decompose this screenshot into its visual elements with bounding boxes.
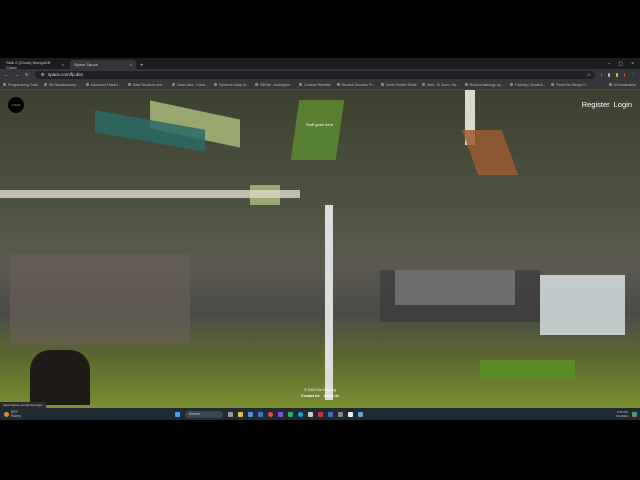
tab-label: Space Sauce <box>74 62 98 67</box>
tab-bar: Slab 2 (Cloud) MongoDB Cloud × Space Sauc… <box>0 58 640 70</box>
weather-widget[interactable]: 59°F Sunny <box>4 410 21 418</box>
extension-icon[interactable] <box>616 72 618 77</box>
sun-icon <box>4 411 9 417</box>
login-link[interactable]: Login <box>614 100 632 109</box>
bookmark[interactable]: Student Success Pr... <box>336 83 375 87</box>
menu-icon[interactable]: ⋮ <box>631 72 636 78</box>
extension-icon[interactable] <box>608 72 611 77</box>
app-icon[interactable] <box>278 411 283 417</box>
extension-icon[interactable] <box>600 72 603 77</box>
back-icon[interactable]: ← <box>4 72 9 77</box>
file-explorer-icon[interactable] <box>238 411 243 417</box>
tab-label: Slab 2 (Cloud) MongoDB Cloud <box>6 59 51 70</box>
app-icon[interactable] <box>318 411 323 417</box>
profile-avatar[interactable] <box>623 72 626 77</box>
bookmark[interactable]: Contract Benefits <box>298 83 331 87</box>
register-link[interactable]: Register <box>582 100 610 109</box>
all-bookmarks[interactable]: All Bookmarks <box>608 83 640 87</box>
bookmark[interactable]: Data Labs - Unive... <box>172 83 208 87</box>
bookmark[interactable]: North Seattle Email <box>381 83 416 87</box>
toolbar: ← → ↻ ⚙ space.com/fp.dev ☆ ⋮ <box>0 69 640 80</box>
close-window-icon[interactable]: × <box>631 61 634 67</box>
bookmark[interactable]: Programming Tools <box>3 83 38 87</box>
site-info-icon[interactable]: ⚙ <box>41 72 45 78</box>
app-icon[interactable] <box>358 411 363 417</box>
reload-icon[interactable]: ↻ <box>25 72 29 78</box>
app-icon[interactable] <box>338 411 343 417</box>
footer: © 2024 Our Building Contact Us About Us <box>0 387 640 399</box>
url-text: space.com/fp.dev <box>47 72 84 77</box>
bookmark[interactable]: Mail - Si Zorro, Na... <box>422 83 459 87</box>
notepad-icon[interactable] <box>348 411 353 417</box>
close-icon[interactable]: × <box>130 62 132 67</box>
notification-icon[interactable] <box>632 411 637 417</box>
tab-space[interactable]: Space Sauce × <box>70 60 136 69</box>
bookmark[interactable]: Bioinformatology Ap... <box>464 83 504 87</box>
bookmarks-bar: Programming Tools Be Revolutionary ... A… <box>0 80 640 90</box>
app-icon[interactable] <box>258 411 263 417</box>
minimize-icon[interactable]: – <box>608 61 611 67</box>
bookmark[interactable]: Tutoring | Student... <box>509 83 545 87</box>
address-bar[interactable]: ⚙ space.com/fp.dev ☆ <box>34 70 595 79</box>
windows-start-icon[interactable] <box>175 411 180 417</box>
taskbar: 59°F Sunny Search 3:55 PM 5/1/2024 <box>0 408 640 420</box>
clock[interactable]: 3:55 PM 5/1/2024 <box>616 410 628 418</box>
content-text: Stuff goes here <box>306 122 334 127</box>
auth-links: Register Login <box>582 100 632 109</box>
steam-icon[interactable] <box>248 411 253 417</box>
bookmark[interactable]: Systems today m... <box>214 83 249 87</box>
logo[interactable]: LOGO <box>8 97 24 113</box>
taskbar-search[interactable]: Search <box>185 410 223 418</box>
bookmark[interactable]: Be Revolutionary ... <box>44 83 80 87</box>
forward-icon[interactable]: → <box>15 72 20 77</box>
bookmark[interactable]: Read the Manga G... <box>551 83 589 87</box>
edge-icon[interactable] <box>298 411 303 417</box>
app-icon[interactable] <box>308 411 313 417</box>
vscode-icon[interactable] <box>328 411 333 417</box>
bookmark[interactable]: Data Structure and ... <box>127 83 166 87</box>
close-icon[interactable]: × <box>62 62 64 67</box>
browser-window: Slab 2 (Cloud) MongoDB Cloud × Space Sauc… <box>0 58 640 420</box>
bookmark[interactable]: GitHub - shokugme... <box>254 83 293 87</box>
contact-link[interactable]: Contact Us <box>301 394 319 398</box>
maximize-icon[interactable]: ▢ <box>618 61 623 67</box>
bookmark[interactable]: Advanced Flask's ... <box>85 83 122 87</box>
star-icon[interactable]: ☆ <box>587 72 591 78</box>
chrome-icon[interactable] <box>268 411 273 417</box>
app-icon[interactable] <box>288 411 293 417</box>
task-view-icon[interactable] <box>228 411 233 417</box>
tab-mongodb[interactable]: Slab 2 (Cloud) MongoDB Cloud × <box>2 59 68 70</box>
about-link[interactable]: About Us <box>323 394 339 398</box>
web-page: LOGO Stuff goes here Register Login © 20… <box>0 90 640 408</box>
